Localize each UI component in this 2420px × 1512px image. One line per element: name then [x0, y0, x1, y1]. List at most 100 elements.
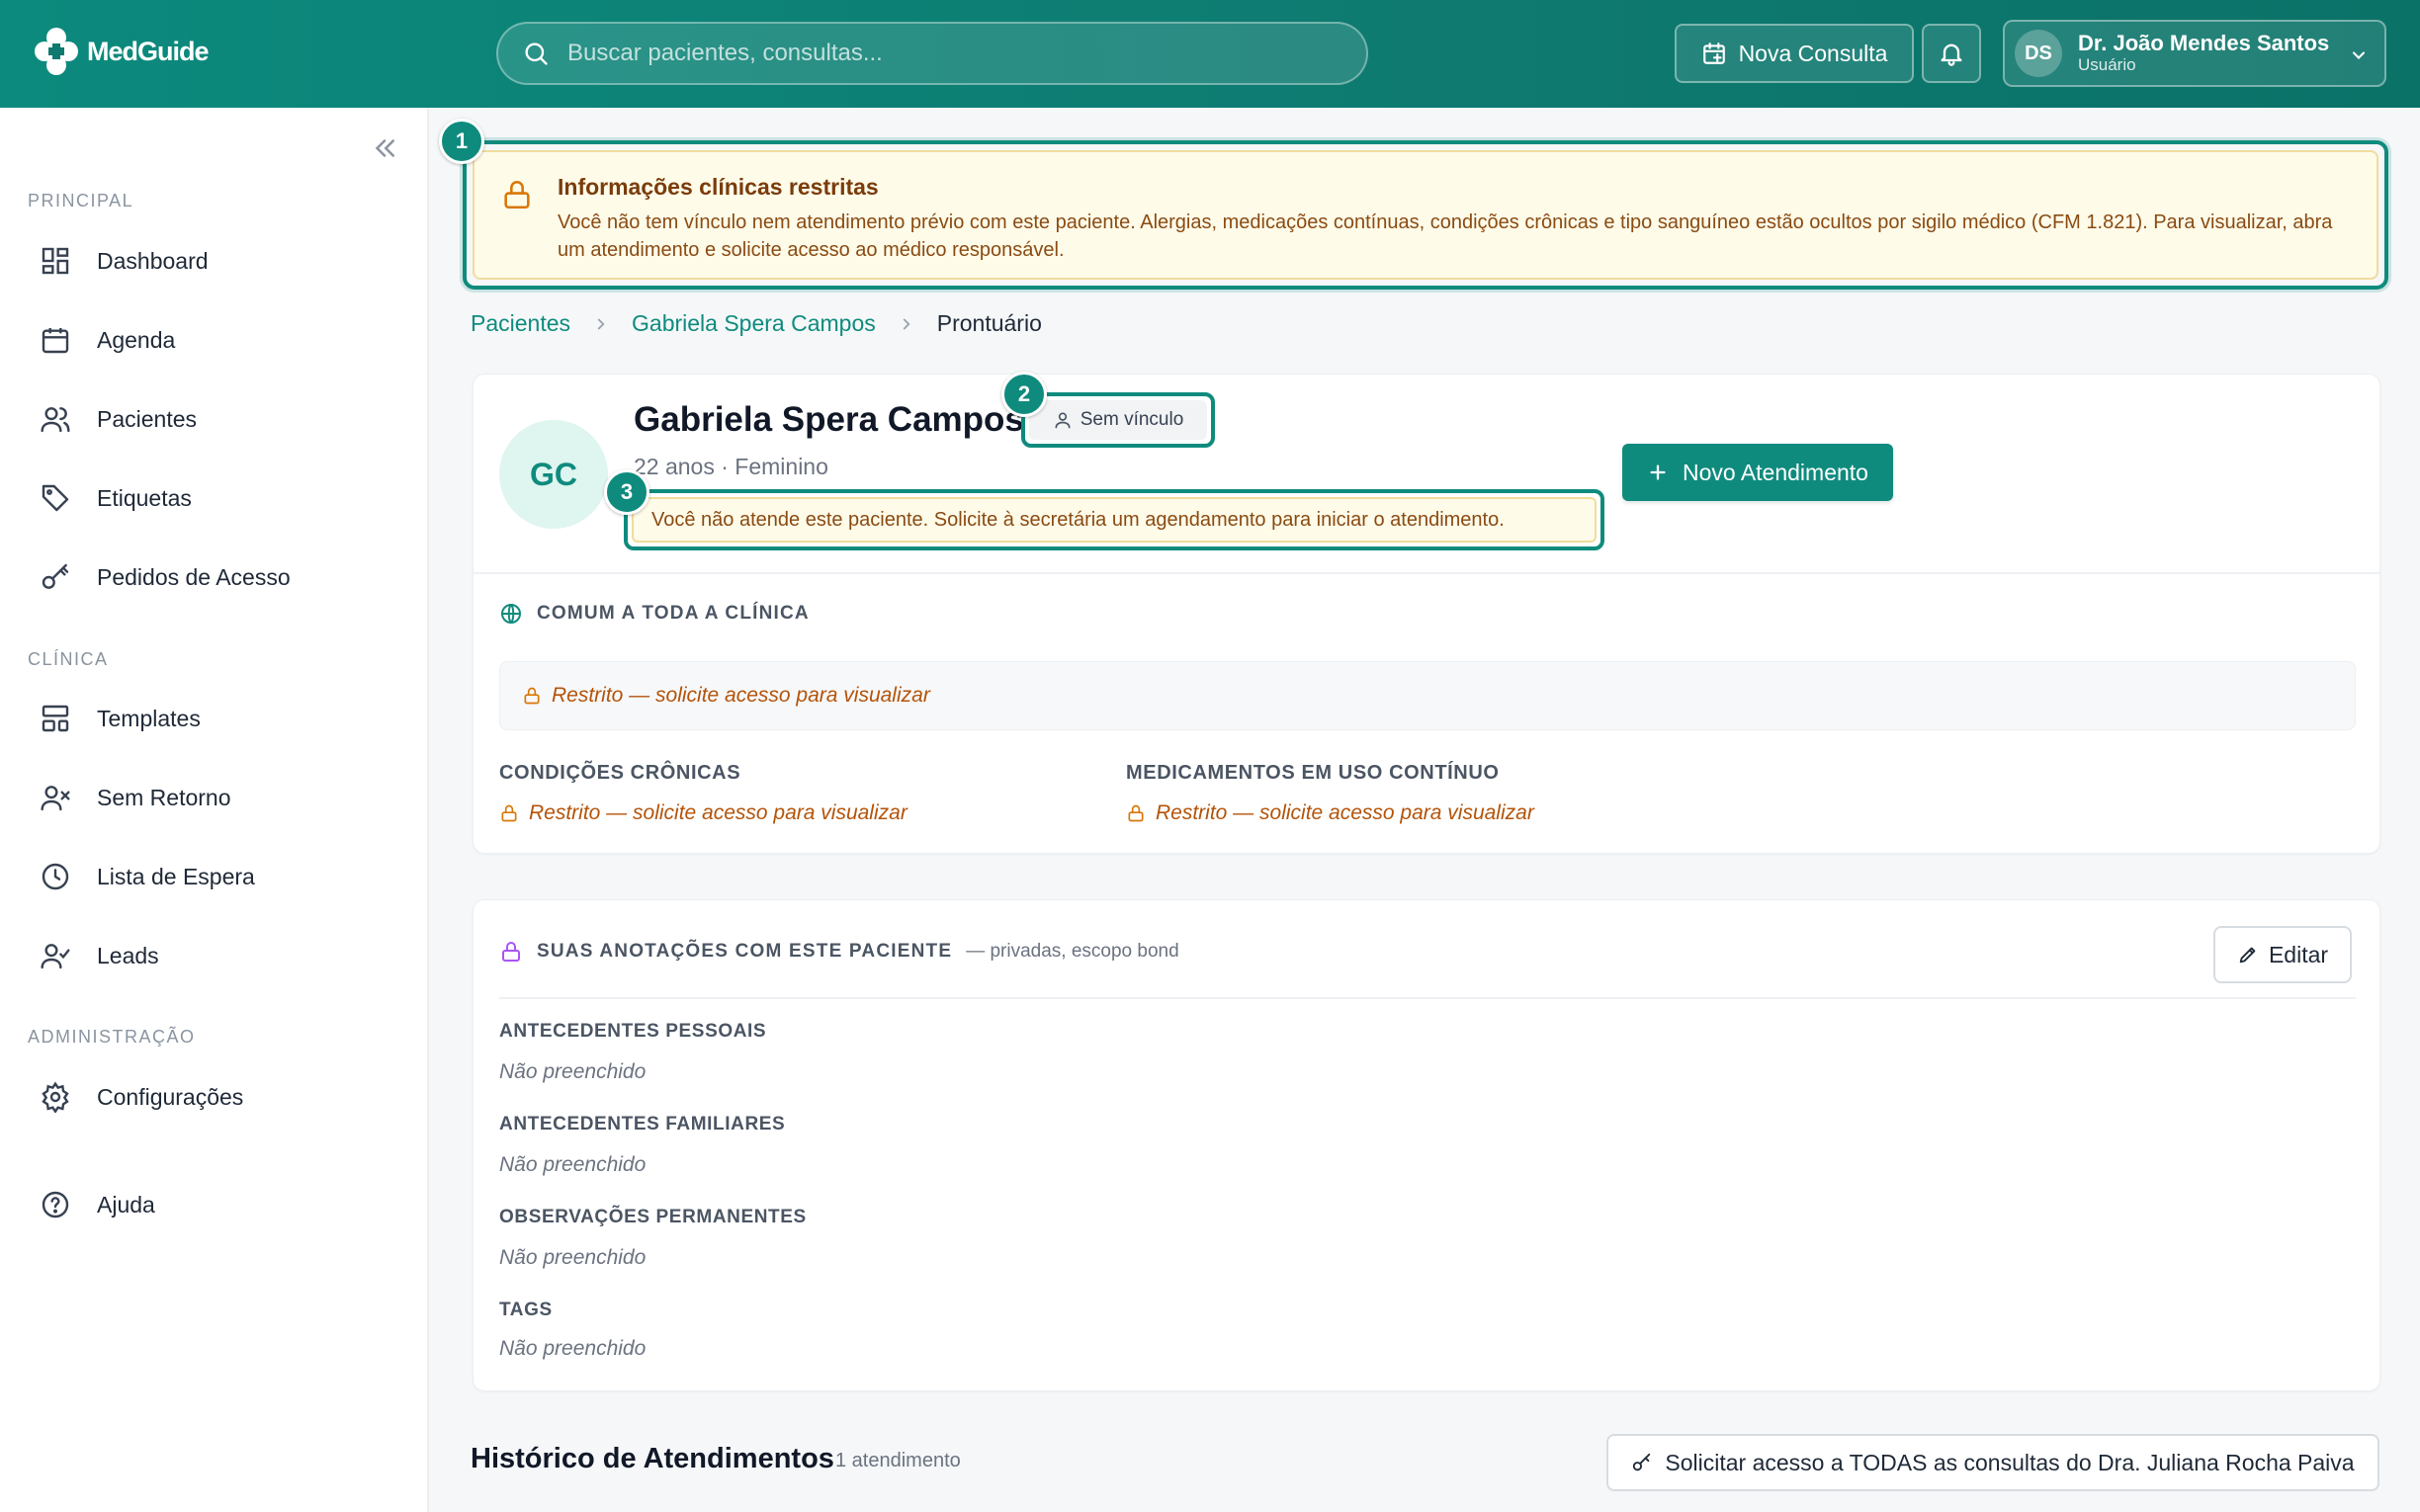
edit-label: Editar [2268, 941, 2329, 967]
user-avatar: DS [2015, 30, 2062, 77]
bell-icon [1941, 43, 1962, 66]
sidebar-item-pacientes[interactable]: Pacientes [40, 399, 197, 439]
divider [499, 997, 2356, 999]
sidebar-item-etiquetas[interactable]: Etiquetas [40, 478, 192, 518]
tags-value: Não preenchido [499, 1337, 647, 1360]
sidebar-item-label: Ajuda [97, 1191, 155, 1218]
user-icon [1055, 412, 1071, 429]
template-icon [42, 705, 69, 732]
alert-title: Informações clínicas restritas [558, 174, 879, 200]
not-attending-text: Você não atende este paciente. Solicite … [632, 497, 1597, 543]
help-icon [42, 1191, 69, 1218]
sidebar-item-ajuda[interactable]: Ajuda [40, 1185, 155, 1224]
sidebar-item-label: Etiquetas [97, 484, 192, 511]
logo[interactable]: MedGuide [32, 26, 210, 77]
divider [474, 572, 2381, 574]
sidebar-item-label: Configurações [97, 1083, 244, 1110]
plus-icon [1650, 464, 1666, 480]
patient-meta: 22 anos · Feminino [634, 454, 828, 479]
restricted-text: Restrito — solicite acesso para visualiz… [552, 684, 930, 707]
sidebar-item-pedidos-acesso[interactable]: Pedidos de Acesso [40, 557, 291, 597]
patient-name: Gabriela Spera Campos [634, 400, 1024, 439]
tags-label: TAGS [499, 1300, 553, 1320]
restricted-text: Restrito — solicite acesso para visualiz… [1156, 801, 1534, 824]
notes-section-header: SUAS ANOTAÇÕES COM ESTE PACIENTE — priva… [499, 940, 1179, 964]
breadcrumb-pacientes[interactable]: Pacientes [471, 310, 570, 337]
sidebar: PRINCIPAL Dashboard Agenda Pacientes Eti… [0, 108, 429, 1512]
clock-icon [42, 863, 69, 890]
logo-icon [35, 28, 78, 75]
patient-avatar: GC [499, 420, 608, 529]
sidebar-item-label: Dashboard [97, 247, 209, 274]
users-icon [41, 407, 70, 433]
search-input[interactable] [567, 40, 1366, 67]
globe-icon [501, 604, 521, 624]
personal-history-label: ANTECEDENTES PESSOAIS [499, 1021, 767, 1042]
notifications-button[interactable] [1922, 24, 1981, 83]
request-all-access-label: Solicitar acesso a TODAS as consultas do… [1665, 1449, 2355, 1475]
chronic-conditions-label: CONDIÇÕES CRÔNICAS [499, 762, 741, 784]
callout-badge-2: 2 [1001, 372, 1047, 417]
user-menu[interactable]: DS Dr. João Mendes Santos Usuário [2003, 20, 2386, 87]
lock-icon [524, 687, 540, 705]
sidebar-item-label: Lista de Espera [97, 863, 255, 889]
new-attendance-button[interactable]: Novo Atendimento [1622, 444, 1893, 501]
sidebar-item-dashboard[interactable]: Dashboard [40, 241, 209, 281]
section-administracao: ADMINISTRAÇÃO [28, 1027, 196, 1047]
edit-notes-button[interactable]: Editar [2213, 926, 2352, 983]
clinic-section-header: COMUM A TODA A CLÍNICA [499, 602, 810, 626]
top-header: MedGuide Nova Consulta DS Dr. João Mende… [0, 0, 2420, 108]
sidebar-item-agenda[interactable]: Agenda [40, 320, 175, 360]
section-principal: PRINCIPAL [28, 191, 134, 210]
sidebar-item-label: Agenda [97, 326, 176, 353]
clinic-section-title: COMUM A TODA A CLÍNICA [537, 603, 810, 624]
permanent-notes-label: OBSERVAÇÕES PERMANENTES [499, 1207, 807, 1227]
calendar-icon [42, 328, 69, 354]
sidebar-item-leads[interactable]: Leads [40, 936, 159, 975]
pencil-icon [2239, 947, 2256, 964]
permanent-notes-value: Não preenchido [499, 1246, 647, 1269]
lock-icon [502, 942, 520, 962]
sidebar-item-sem-retorno[interactable]: Sem Retorno [40, 778, 231, 817]
key-icon [1633, 1453, 1651, 1471]
calendar-plus-icon [1702, 42, 1725, 64]
new-consult-label: Nova Consulta [1738, 40, 1888, 66]
search-icon [525, 42, 548, 65]
breadcrumb-current: Prontuário [936, 310, 1042, 336]
restricted-info-alert: Informações clínicas restritas Você não … [463, 140, 2388, 290]
private-notes-card: SUAS ANOTAÇÕES COM ESTE PACIENTE — priva… [473, 899, 2380, 1391]
callout-badge-3: 3 [604, 469, 649, 515]
tag-icon [42, 484, 69, 512]
gear-icon [42, 1081, 69, 1113]
request-all-access-button[interactable]: Solicitar acesso a TODAS as consultas do… [1606, 1434, 2379, 1491]
history-count: 1 atendimento [835, 1450, 961, 1471]
lock-icon [504, 181, 530, 210]
breadcrumb-patient[interactable]: Gabriela Spera Campos [632, 310, 876, 337]
restricted-text: Restrito — solicite acesso para visualiz… [529, 801, 908, 824]
sidebar-item-label: Pedidos de Acesso [97, 563, 291, 590]
notes-section-title: SUAS ANOTAÇÕES COM ESTE PACIENTE [537, 941, 953, 962]
dashboard-icon [42, 247, 69, 275]
family-history-value: Não preenchido [499, 1153, 647, 1176]
notes-section-subtitle: — privadas, escopo bond [966, 941, 1179, 962]
restricted-field-box: Restrito — solicite acesso para visualiz… [499, 661, 2356, 730]
sidebar-item-configuracoes[interactable]: Configurações [40, 1077, 243, 1117]
lock-icon [1128, 804, 1144, 822]
sidebar-item-label: Pacientes [97, 405, 198, 432]
family-history-label: ANTECEDENTES FAMILIARES [499, 1114, 786, 1134]
chevron-right-icon [597, 318, 605, 329]
collapse-sidebar-icon[interactable] [370, 133, 399, 163]
search-bar[interactable] [496, 22, 1368, 85]
sidebar-item-lista-espera[interactable]: Lista de Espera [40, 857, 255, 896]
user-check-icon [41, 944, 70, 969]
alert-text: Você não tem vínculo nem atendimento pré… [558, 211, 2333, 261]
sidebar-item-label: Leads [97, 942, 159, 968]
lock-icon [501, 804, 517, 822]
personal-history-value: Não preenchido [499, 1060, 647, 1083]
user-name: Dr. João Mendes Santos [2078, 31, 2330, 55]
continuous-meds-label: MEDICAMENTOS EM USO CONTÍNUO [1126, 762, 1500, 784]
patient-card: GC Gabriela Spera Campos Sem vínculo 22 … [473, 374, 2381, 854]
new-attendance-label: Novo Atendimento [1683, 459, 1868, 485]
sidebar-item-templates[interactable]: Templates [40, 699, 201, 738]
new-consult-button[interactable]: Nova Consulta [1675, 24, 1914, 83]
